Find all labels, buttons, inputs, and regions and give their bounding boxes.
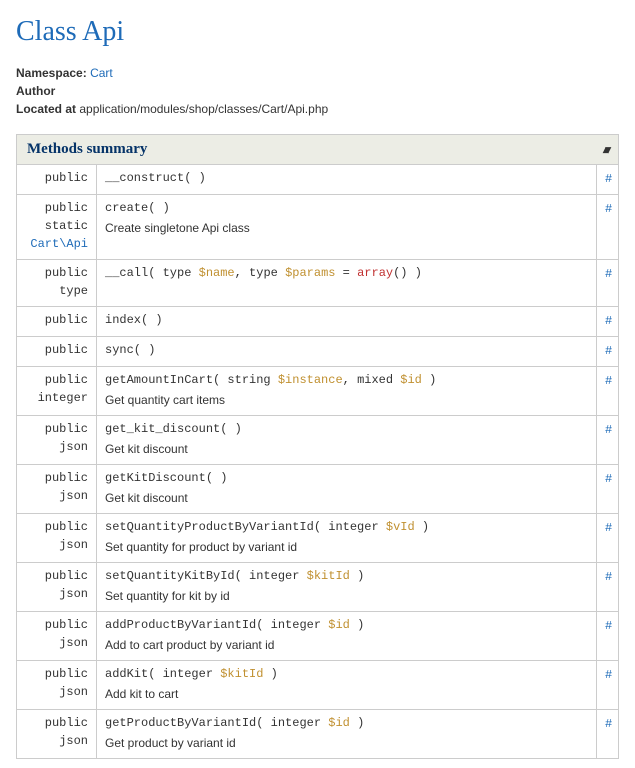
- method-code: getAmountInCart( string $instance, mixed…: [105, 371, 588, 389]
- method-code: __construct( ): [105, 169, 588, 187]
- method-anchor-link[interactable]: #: [605, 202, 612, 216]
- method-anchor-cell: #: [597, 514, 619, 563]
- method-row: public sync( ) #: [17, 337, 619, 367]
- method-anchor-cell: #: [597, 367, 619, 416]
- method-modifiers: publicjson: [17, 514, 97, 563]
- method-row: publicjson getKitDiscount( ) Get kit disco…: [17, 465, 619, 514]
- method-code: create( ): [105, 199, 588, 217]
- method-anchor-cell: #: [597, 416, 619, 465]
- method-modifiers: publicjson: [17, 465, 97, 514]
- method-modifiers: publicjson: [17, 710, 97, 759]
- method-anchor-link[interactable]: #: [605, 172, 612, 186]
- method-code: setQuantityKitById( integer $kitId ): [105, 567, 588, 585]
- method-anchor-cell: #: [597, 337, 619, 367]
- method-description: Get product by variant id: [105, 734, 588, 752]
- method-modifiers: public: [17, 307, 97, 337]
- method-modifiers: publicjson: [17, 612, 97, 661]
- method-modifiers: publicjson: [17, 563, 97, 612]
- method-anchor-link[interactable]: #: [605, 423, 612, 437]
- method-row: publicjson setQuantityProductByVariantId(…: [17, 514, 619, 563]
- method-code: setQuantityProductByVariantId( integer $…: [105, 518, 588, 536]
- method-anchor-cell: #: [597, 307, 619, 337]
- method-row: public index( ) #: [17, 307, 619, 337]
- return-type-link[interactable]: Cart\Api: [30, 237, 88, 251]
- method-signature: addProductByVariantId( integer $id ) Add …: [97, 612, 597, 661]
- method-description: Add to cart product by variant id: [105, 636, 588, 654]
- method-code: sync( ): [105, 341, 588, 359]
- method-signature: __construct( ): [97, 165, 597, 195]
- method-row: publicinteger getAmountInCart( string $in…: [17, 367, 619, 416]
- method-row: publicjsonaddProductByVariantId( integer…: [17, 612, 619, 661]
- located-at-value: application/modules/shop/classes/Cart/Ap…: [79, 102, 328, 116]
- method-signature: getProductByVariantId( integer $id ) Get …: [97, 710, 597, 759]
- method-code: addKit( integer $kitId ): [105, 665, 588, 683]
- namespace-link[interactable]: Cart: [90, 66, 113, 80]
- method-row: publicjsonsetQuantityKitById( integer $k…: [17, 563, 619, 612]
- methods-summary-caption: Methods summary ▴▾: [16, 134, 619, 164]
- method-anchor-link[interactable]: #: [605, 267, 612, 281]
- method-anchor-cell: #: [597, 195, 619, 260]
- method-row: publicjson get_kit_discount( ) Get kit dis…: [17, 416, 619, 465]
- method-anchor-link[interactable]: #: [605, 344, 612, 358]
- method-row: publicstaticCart\Api create( ) Create sing…: [17, 195, 619, 260]
- method-row: publicjsongetProductByVariantId( integer…: [17, 710, 619, 759]
- method-anchor-link[interactable]: #: [605, 717, 612, 731]
- method-signature: getKitDiscount( ) Get kit discount: [97, 465, 597, 514]
- method-anchor-link[interactable]: #: [605, 314, 612, 328]
- method-signature: setQuantityKitById( integer $kitId ) Set …: [97, 563, 597, 612]
- method-row: public __construct( ) #: [17, 165, 619, 195]
- method-modifiers: publicinteger: [17, 367, 97, 416]
- method-description: Add kit to cart: [105, 685, 588, 703]
- class-meta: Namespace: Cart Author Located at applic…: [16, 64, 619, 118]
- method-anchor-cell: #: [597, 465, 619, 514]
- method-code: getProductByVariantId( integer $id ): [105, 714, 588, 732]
- method-code: get_kit_discount( ): [105, 420, 588, 438]
- method-signature: create( ) Create singletone Api class: [97, 195, 597, 260]
- method-signature: sync( ): [97, 337, 597, 367]
- method-code: getKitDiscount( ): [105, 469, 588, 487]
- namespace-label: Namespace:: [16, 66, 87, 80]
- method-description: Get kit discount: [105, 440, 588, 458]
- method-anchor-cell: #: [597, 563, 619, 612]
- method-signature: get_kit_discount( ) Get kit discount: [97, 416, 597, 465]
- method-row: publicjson addKit( integer $kitId ) Add ki…: [17, 661, 619, 710]
- method-signature: getAmountInCart( string $instance, mixed…: [97, 367, 597, 416]
- method-anchor-cell: #: [597, 612, 619, 661]
- method-anchor-link[interactable]: #: [605, 472, 612, 486]
- method-modifiers: public: [17, 337, 97, 367]
- method-modifiers: publicjson: [17, 416, 97, 465]
- methods-summary-label: Methods summary: [27, 141, 147, 158]
- author-label: Author: [16, 84, 55, 98]
- method-modifiers: publictype: [17, 260, 97, 307]
- method-anchor-cell: #: [597, 165, 619, 195]
- method-modifiers: publicjson: [17, 661, 97, 710]
- methods-table: public__construct( )#publicstaticCart\Ap…: [16, 164, 619, 759]
- method-anchor-cell: #: [597, 661, 619, 710]
- method-code: __call( type $name, type $params = array…: [105, 264, 588, 282]
- method-signature: addKit( integer $kitId ) Add kit to cart: [97, 661, 597, 710]
- method-code: index( ): [105, 311, 588, 329]
- method-description: Set quantity for product by variant id: [105, 538, 588, 556]
- method-signature: setQuantityProductByVariantId( integer $…: [97, 514, 597, 563]
- method-description: Get quantity cart items: [105, 391, 588, 409]
- method-anchor-link[interactable]: #: [605, 619, 612, 633]
- method-modifiers: public: [17, 165, 97, 195]
- method-anchor-cell: #: [597, 260, 619, 307]
- page-title: Class Api: [16, 16, 619, 48]
- method-signature: __call( type $name, type $params = array…: [97, 260, 597, 307]
- method-description: Get kit discount: [105, 489, 588, 507]
- method-anchor-link[interactable]: #: [605, 521, 612, 535]
- method-description: Create singletone Api class: [105, 219, 588, 237]
- method-modifiers: publicstaticCart\Api: [17, 195, 97, 260]
- method-description: Set quantity for kit by id: [105, 587, 588, 605]
- method-anchor-link[interactable]: #: [605, 570, 612, 584]
- sort-icon[interactable]: ▴▾: [603, 143, 608, 156]
- method-anchor-cell: #: [597, 710, 619, 759]
- method-row: publictype __call( type $name, type $para…: [17, 260, 619, 307]
- located-at-label: Located at: [16, 102, 76, 116]
- method-code: addProductByVariantId( integer $id ): [105, 616, 588, 634]
- method-anchor-link[interactable]: #: [605, 668, 612, 682]
- method-anchor-link[interactable]: #: [605, 374, 612, 388]
- method-signature: index( ): [97, 307, 597, 337]
